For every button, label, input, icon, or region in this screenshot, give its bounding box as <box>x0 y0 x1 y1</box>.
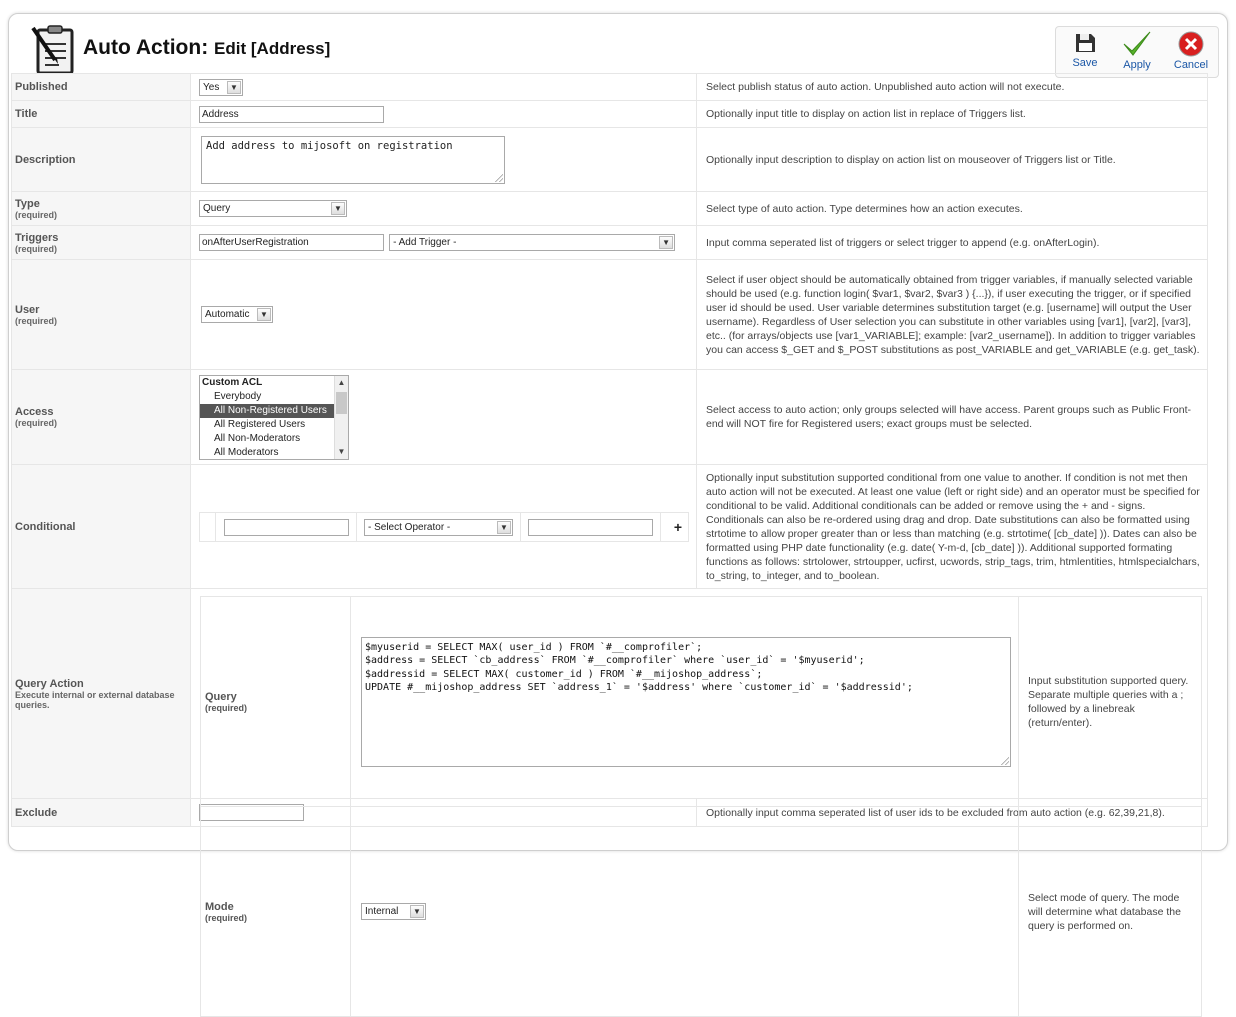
chevron-down-icon: ▼ <box>331 202 345 215</box>
resize-grip-icon[interactable] <box>1001 756 1009 765</box>
mode-select[interactable]: Internal ▼ <box>361 903 426 920</box>
type-desc: Select type of auto action. Type determi… <box>696 191 1208 226</box>
description-textarea[interactable]: Add address to mijosoft on registration <box>201 135 505 184</box>
operator-select[interactable]: - Select Operator - ▼ <box>364 518 513 536</box>
scroll-down-icon[interactable]: ▼ <box>335 445 348 459</box>
save-button[interactable]: Save <box>1060 29 1110 77</box>
access-desc: Select access to auto action; only group… <box>696 369 1208 465</box>
description-label: Description <box>11 127 191 192</box>
conditional-desc: Optionally input substitution supported … <box>696 464 1208 589</box>
page-title: Auto Action: Edit [Address] <box>83 36 330 60</box>
triggers-input[interactable]: onAfterUserRegistration <box>199 234 384 251</box>
triggers-label: Triggers (required) <box>11 225 191 260</box>
row-access: Access (required) Custom ACL Everybody All … <box>11 369 1208 465</box>
published-select[interactable]: Yes ▼ <box>199 78 243 96</box>
page-title-main: Auto Action: <box>83 36 209 59</box>
row-triggers: Triggers (required) onAfterUserRegistrati… <box>11 225 1208 260</box>
query-line: $myuserid = SELECT MAX( user_id ) FROM `… <box>365 641 703 653</box>
conditional-label: Conditional <box>11 464 191 589</box>
auto-action-form: Published Yes ▼ Select publish status of … <box>11 73 1208 1017</box>
row-description: Description Add address to mijosoft on r… <box>11 127 1208 192</box>
row-user: User (required) Automatic ▼ Select if user… <box>11 259 1208 370</box>
apply-label: Apply <box>1123 59 1151 71</box>
resize-grip-icon[interactable] <box>495 173 503 182</box>
row-type: Type (required) Query ▼ Select type of aut… <box>11 191 1208 226</box>
apply-button[interactable]: Apply <box>1112 29 1162 77</box>
type-label: Type (required) <box>11 191 191 226</box>
access-option[interactable]: Custom ACL <box>200 376 348 390</box>
published-label: Published <box>11 73 191 101</box>
cancel-button[interactable]: Cancel <box>1166 29 1216 77</box>
row-query-action: Query Action Execute internal or externa… <box>11 588 1208 1017</box>
mode-label: Mode (required) <box>200 806 351 1017</box>
title-desc: Optionally input title to display on act… <box>696 100 1208 128</box>
triggers-desc: Input comma seperated list of triggers o… <box>696 225 1208 260</box>
access-option[interactable]: All Registered Users <box>200 418 348 432</box>
access-option[interactable]: All Non-Registered Users <box>200 403 348 418</box>
query-action-table: Query (required) $myuserid = SELECT MAX( … <box>200 596 1202 1017</box>
add-trigger-select[interactable]: - Add Trigger - ▼ <box>389 234 676 251</box>
scroll-thumb[interactable] <box>336 391 347 414</box>
query-desc: Input substitution supported query. Sepa… <box>1018 596 1202 807</box>
row-title: Title Address Optionally input title to … <box>11 100 1208 128</box>
clipboard-pen-icon <box>31 24 77 76</box>
conditional-left-input[interactable] <box>224 518 349 536</box>
conditional-row: - Select Operator - ▼ + <box>199 511 689 542</box>
user-select[interactable]: Automatic ▼ <box>201 306 273 323</box>
toolbar: Save Apply Cancel <box>1055 26 1219 78</box>
published-desc: Select publish status of auto action. Un… <box>696 73 1208 101</box>
type-select[interactable]: Query ▼ <box>199 200 347 217</box>
query-action-label: Query Action Execute internal or externa… <box>11 588 191 799</box>
chevron-down-icon: ▼ <box>659 236 674 249</box>
chevron-down-icon: ▼ <box>497 520 511 534</box>
description-desc: Optionally input description to display … <box>696 127 1208 192</box>
access-scrollbar[interactable]: ▲ ▼ <box>334 375 348 459</box>
user-desc: Select if user object should be automati… <box>696 259 1208 370</box>
conditional-right-input[interactable] <box>528 518 653 536</box>
query-action-params: Query (required) $myuserid = SELECT MAX( … <box>190 588 1208 1017</box>
scroll-up-icon[interactable]: ▲ <box>335 376 348 390</box>
query-line: $address = SELECT `cb_address` FROM `#__… <box>365 655 865 666</box>
exclude-label: Exclude <box>11 798 191 827</box>
cancel-x-icon <box>1178 31 1204 57</box>
title-label: Title <box>11 100 191 128</box>
title-input[interactable]: Address <box>199 105 384 123</box>
add-conditional-button[interactable]: + <box>674 519 682 535</box>
checkmark-icon <box>1123 31 1151 56</box>
save-label: Save <box>1072 57 1098 69</box>
chevron-down-icon: ▼ <box>227 80 241 94</box>
user-label: User (required) <box>11 259 191 370</box>
row-conditional: Conditional - Select Operator - ▼ + Optio… <box>11 464 1208 589</box>
chevron-down-icon: ▼ <box>257 308 271 321</box>
query-label: Query (required) <box>200 596 351 807</box>
mode-desc: Select mode of query. The mode will dete… <box>1018 806 1202 1017</box>
drag-handle[interactable] <box>200 512 216 541</box>
access-option[interactable]: All Non-Moderators <box>200 432 348 446</box>
query-line: UPDATE #__mijoshop_address SET `address_… <box>365 682 913 693</box>
access-listbox[interactable]: Custom ACL Everybody All Non-Registered Us… <box>199 374 349 460</box>
access-option[interactable]: Everybody <box>200 390 348 404</box>
row-published: Published Yes ▼ Select publish status of … <box>11 73 1208 101</box>
access-label: Access (required) <box>11 369 191 465</box>
cancel-label: Cancel <box>1173 59 1209 71</box>
page-title-sub: Edit [Address] <box>214 39 331 58</box>
access-option[interactable]: All Moderators <box>200 446 348 459</box>
query-line: $addressid = SELECT MAX( customer_id ) F… <box>365 668 763 680</box>
query-textarea[interactable]: $myuserid = SELECT MAX( user_id ) FROM `… <box>361 636 1011 767</box>
floppy-disk-icon <box>1076 34 1095 52</box>
chevron-down-icon: ▼ <box>410 905 424 918</box>
